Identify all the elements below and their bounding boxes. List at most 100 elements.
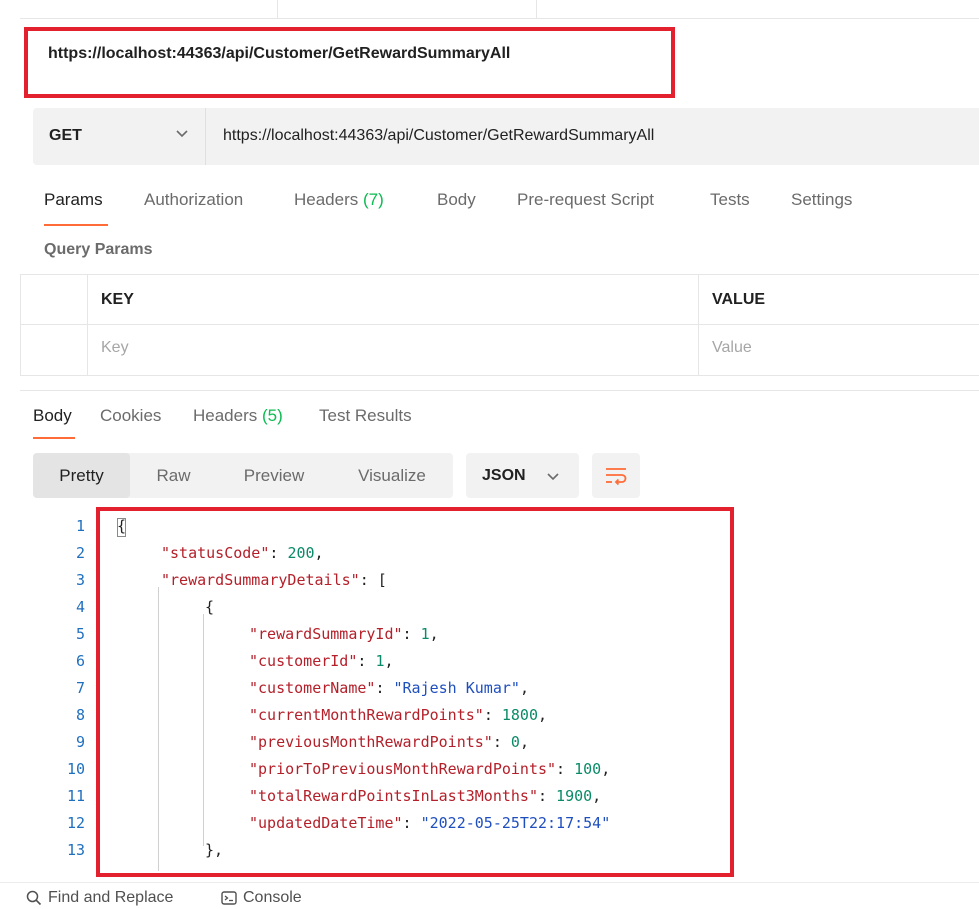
tab-tests[interactable]: Tests xyxy=(710,190,750,210)
line-content: }, xyxy=(205,841,223,859)
console-icon xyxy=(221,891,237,905)
json-punc-token: : xyxy=(492,733,511,751)
tab-label: Cookies xyxy=(100,406,162,425)
text-cursor xyxy=(117,518,126,537)
chevron-down-icon xyxy=(547,473,559,481)
tab-label: Authorization xyxy=(144,190,244,209)
line-content: { xyxy=(205,598,214,616)
json-punc-token: , xyxy=(519,679,529,697)
line-number: 1 xyxy=(75,517,85,535)
view-visualize-button[interactable]: Visualize xyxy=(331,453,453,498)
response-tab-headers[interactable]: Headers (5) xyxy=(193,406,283,426)
json-key-token: "previousMonthRewardPoints" xyxy=(249,733,493,751)
json-key-token: "customerName" xyxy=(249,679,376,697)
tab-authorization[interactable]: Authorization xyxy=(144,190,243,210)
tab-label: Params xyxy=(44,190,103,209)
json-num-token: 1 xyxy=(420,625,430,643)
tab-count: (5) xyxy=(262,406,283,425)
json-punc-token: : xyxy=(375,679,394,697)
line-content: "totalRewardPointsInLast3Months": 1900, xyxy=(249,787,601,805)
tab-count: (7) xyxy=(363,190,384,209)
line-number: 6 xyxy=(75,652,85,670)
wrap-lines-button[interactable] xyxy=(592,453,640,498)
json-key-token: "rewardSummaryDetails" xyxy=(161,571,360,589)
query-params-title: Query Params xyxy=(44,241,153,258)
tab-label: Settings xyxy=(791,190,853,209)
url-input[interactable]: https://localhost:44363/api/Customer/Get… xyxy=(223,127,654,145)
tab-pre-request-script[interactable]: Pre-request Script xyxy=(517,190,654,210)
json-num-token: 1800 xyxy=(501,706,538,724)
tab-label: Pre-request Script xyxy=(517,190,654,209)
view-preview-button[interactable]: Preview xyxy=(217,453,331,498)
line-number: 10 xyxy=(66,760,85,778)
active-response-tab-underline xyxy=(33,437,75,439)
tab-headers[interactable]: Headers (7) xyxy=(294,190,384,210)
tab-params[interactable]: Params xyxy=(44,190,103,210)
pane-divider[interactable] xyxy=(20,390,979,391)
view-raw-button[interactable]: Raw xyxy=(130,453,217,498)
line-number: 7 xyxy=(75,679,85,697)
query-params-table: KEY VALUE Key Value xyxy=(20,274,979,376)
json-punc-token: : xyxy=(556,760,575,778)
json-punc-token: , xyxy=(384,652,394,670)
chevron-down-icon xyxy=(176,130,188,138)
find-and-replace-button[interactable]: Find and Replace xyxy=(26,889,196,909)
line-content: "rewardSummaryId": 1, xyxy=(249,625,439,643)
tab-label: Headers xyxy=(193,406,258,425)
param-key-input[interactable]: Key xyxy=(101,339,129,357)
tab-body[interactable]: Body xyxy=(437,190,476,210)
json-num-token: 1900 xyxy=(556,787,593,805)
line-number: 11 xyxy=(66,787,85,805)
json-num-token: 0 xyxy=(510,733,520,751)
json-punc-token: : xyxy=(269,544,288,562)
json-key-token: "rewardSummaryId" xyxy=(249,625,403,643)
line-content: "customerName": "Rajesh Kumar", xyxy=(249,679,529,697)
console-button[interactable]: Console xyxy=(221,889,321,909)
request-title[interactable]: https://localhost:44363/api/Customer/Get… xyxy=(48,45,510,63)
line-number: 5 xyxy=(75,625,85,643)
view-mode-control: Pretty Raw Preview Visualize xyxy=(33,453,453,498)
postman-window: https://localhost:44363/api/Customer/Get… xyxy=(0,0,979,909)
json-str-token: "2022-05-25T22:17:54" xyxy=(420,814,611,832)
tab-label: Body xyxy=(33,406,72,425)
line-content: "customerId": 1, xyxy=(249,652,394,670)
tab-divider xyxy=(536,0,537,18)
json-punc-token: , xyxy=(601,760,611,778)
row-divider xyxy=(21,324,979,325)
json-punc-token: , xyxy=(538,706,548,724)
response-code-viewer[interactable]: 1 {2 "statusCode": 200, 3 "rewardSummaryDeta… xyxy=(33,517,979,872)
method-label: GET xyxy=(49,127,82,144)
find-and-replace-label: Find and Replace xyxy=(48,889,174,906)
line-content: "updatedDateTime": "2022-05-25T22:17:54" xyxy=(249,814,610,832)
tab-divider xyxy=(277,0,278,18)
json-key-token: "totalRewardPointsInLast3Months" xyxy=(249,787,538,805)
json-punc-token: : xyxy=(357,652,376,670)
view-pretty-button[interactable]: Pretty xyxy=(33,453,130,498)
response-tab-test-results[interactable]: Test Results xyxy=(319,406,412,426)
json-num-token: 100 xyxy=(574,760,602,778)
json-punc-token: : xyxy=(483,706,502,724)
line-content: "currentMonthRewardPoints": 1800, xyxy=(249,706,547,724)
line-content: "statusCode": 200, xyxy=(161,544,324,562)
wrap-lines-icon xyxy=(606,468,627,486)
method-select[interactable]: GET xyxy=(33,108,206,165)
indent-guide xyxy=(158,587,159,871)
response-tab-body[interactable]: Body xyxy=(33,406,72,426)
format-select[interactable]: JSON xyxy=(466,453,579,498)
json-key-token: "customerId" xyxy=(249,652,358,670)
format-label: JSON xyxy=(482,467,526,484)
json-key-token: "currentMonthRewardPoints" xyxy=(249,706,484,724)
line-number: 4 xyxy=(75,598,85,616)
response-tab-cookies[interactable]: Cookies xyxy=(100,406,161,426)
indent-guide xyxy=(203,614,204,846)
tab-label: Body xyxy=(437,190,476,209)
json-key-token: "priorToPreviousMonthRewardPoints" xyxy=(249,760,557,778)
json-punc-token: : xyxy=(537,787,557,805)
line-content: "priorToPreviousMonthRewardPoints": 100, xyxy=(249,760,610,778)
json-punc-token: , xyxy=(314,544,324,562)
search-icon xyxy=(26,890,42,906)
json-key-token: "updatedDateTime" xyxy=(249,814,403,832)
json-key-token: "statusCode" xyxy=(161,544,270,562)
tab-settings[interactable]: Settings xyxy=(791,190,852,210)
param-value-input[interactable]: Value xyxy=(712,339,752,357)
